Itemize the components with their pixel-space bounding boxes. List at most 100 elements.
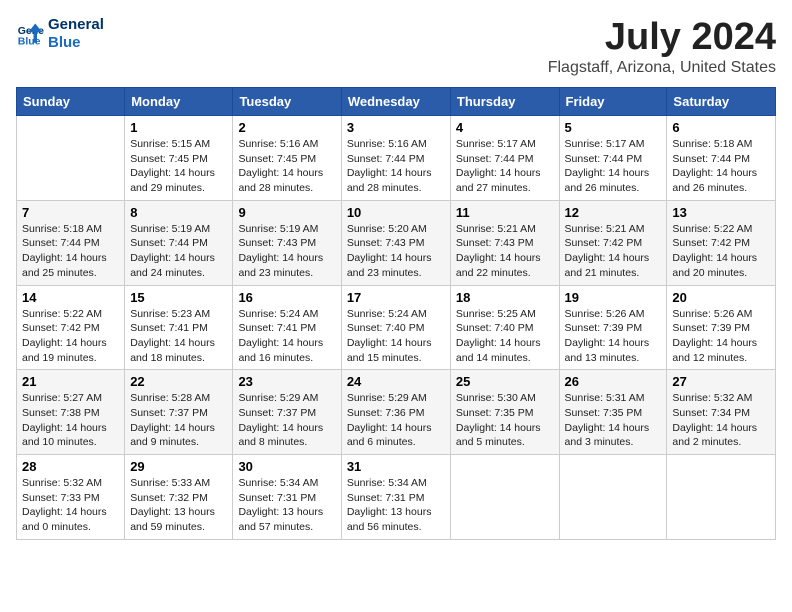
day-number: 22: [130, 374, 227, 389]
day-number: 27: [672, 374, 770, 389]
calendar-cell: 31 Sunrise: 5:34 AM Sunset: 7:31 PM Dayli…: [341, 455, 450, 540]
day-number: 20: [672, 290, 770, 305]
day-info: Sunrise: 5:23 AM Sunset: 7:41 PM Dayligh…: [130, 307, 227, 366]
day-number: 16: [238, 290, 335, 305]
day-info: Sunrise: 5:19 AM Sunset: 7:43 PM Dayligh…: [238, 222, 335, 281]
calendar-week-3: 14 Sunrise: 5:22 AM Sunset: 7:42 PM Dayli…: [17, 285, 776, 370]
day-number: 2: [238, 120, 335, 135]
calendar-cell: [450, 455, 559, 540]
day-info: Sunrise: 5:18 AM Sunset: 7:44 PM Dayligh…: [22, 222, 119, 281]
calendar-cell: 29 Sunrise: 5:33 AM Sunset: 7:32 PM Dayli…: [125, 455, 233, 540]
day-number: 9: [238, 205, 335, 220]
day-info: Sunrise: 5:27 AM Sunset: 7:38 PM Dayligh…: [22, 391, 119, 450]
day-number: 21: [22, 374, 119, 389]
calendar-cell: 28Sunrise: 5:32 AM Sunset: 7:33 PM Dayli…: [17, 455, 125, 540]
day-number: 23: [238, 374, 335, 389]
day-info: Sunrise: 5:26 AM Sunset: 7:39 PM Dayligh…: [565, 307, 662, 366]
day-number: 25: [456, 374, 554, 389]
calendar-cell: 23 Sunrise: 5:29 AM Sunset: 7:37 PM Dayli…: [233, 370, 341, 455]
calendar-cell: 2 Sunrise: 5:16 AM Sunset: 7:45 PM Daylig…: [233, 116, 341, 201]
calendar-cell: 25Sunrise: 5:30 AM Sunset: 7:35 PM Dayli…: [450, 370, 559, 455]
day-number: 31: [347, 459, 445, 474]
calendar-cell: 11 Sunrise: 5:21 AM Sunset: 7:43 PM Dayli…: [450, 200, 559, 285]
calendar-cell: 5Sunrise: 5:17 AM Sunset: 7:44 PM Daylig…: [559, 116, 667, 201]
svg-text:Blue: Blue: [18, 36, 41, 48]
calendar-cell: 1Sunrise: 5:15 AM Sunset: 7:45 PM Daylig…: [125, 116, 233, 201]
calendar-cell: 15 Sunrise: 5:23 AM Sunset: 7:41 PM Dayli…: [125, 285, 233, 370]
calendar-table: SundayMondayTuesdayWednesdayThursdayFrid…: [16, 87, 776, 540]
day-info: Sunrise: 5:22 AM Sunset: 7:42 PM Dayligh…: [22, 307, 119, 366]
day-info: Sunrise: 5:33 AM Sunset: 7:32 PM Dayligh…: [130, 476, 227, 535]
day-number: 15: [130, 290, 227, 305]
day-number: 4: [456, 120, 554, 135]
calendar-cell: 16 Sunrise: 5:24 AM Sunset: 7:41 PM Dayli…: [233, 285, 341, 370]
col-header-monday: Monday: [125, 88, 233, 116]
day-number: 8: [130, 205, 227, 220]
day-info: Sunrise: 5:34 AM Sunset: 7:31 PM Dayligh…: [238, 476, 335, 535]
title-area: July 2024 Flagstaff, Arizona, United Sta…: [548, 16, 776, 77]
day-info: Sunrise: 5:17 AM Sunset: 7:44 PM Dayligh…: [565, 137, 662, 196]
day-number: 11: [456, 205, 554, 220]
calendar-cell: 12Sunrise: 5:21 AM Sunset: 7:42 PM Dayli…: [559, 200, 667, 285]
logo-text: General Blue: [48, 16, 104, 52]
day-info: Sunrise: 5:22 AM Sunset: 7:42 PM Dayligh…: [672, 222, 770, 281]
calendar-cell: 13Sunrise: 5:22 AM Sunset: 7:42 PM Dayli…: [667, 200, 776, 285]
calendar-cell: 22 Sunrise: 5:28 AM Sunset: 7:37 PM Dayli…: [125, 370, 233, 455]
calendar-cell: [667, 455, 776, 540]
day-number: 29: [130, 459, 227, 474]
day-number: 14: [22, 290, 119, 305]
day-number: 26: [565, 374, 662, 389]
day-info: Sunrise: 5:24 AM Sunset: 7:40 PM Dayligh…: [347, 307, 445, 366]
calendar-cell: 18Sunrise: 5:25 AM Sunset: 7:40 PM Dayli…: [450, 285, 559, 370]
col-header-saturday: Saturday: [667, 88, 776, 116]
day-number: 24: [347, 374, 445, 389]
day-info: Sunrise: 5:31 AM Sunset: 7:35 PM Dayligh…: [565, 391, 662, 450]
calendar-cell: 17Sunrise: 5:24 AM Sunset: 7:40 PM Dayli…: [341, 285, 450, 370]
calendar-cell: 26 Sunrise: 5:31 AM Sunset: 7:35 PM Dayli…: [559, 370, 667, 455]
day-info: Sunrise: 5:18 AM Sunset: 7:44 PM Dayligh…: [672, 137, 770, 196]
calendar-cell: 7 Sunrise: 5:18 AM Sunset: 7:44 PM Daylig…: [17, 200, 125, 285]
calendar-cell: 9 Sunrise: 5:19 AM Sunset: 7:43 PM Daylig…: [233, 200, 341, 285]
header: General Blue General Blue July 2024 Flag…: [16, 16, 776, 77]
day-info: Sunrise: 5:16 AM Sunset: 7:45 PM Dayligh…: [238, 137, 335, 196]
day-number: 7: [22, 205, 119, 220]
day-info: Sunrise: 5:32 AM Sunset: 7:33 PM Dayligh…: [22, 476, 119, 535]
calendar-cell: 10Sunrise: 5:20 AM Sunset: 7:43 PM Dayli…: [341, 200, 450, 285]
calendar-cell: 21 Sunrise: 5:27 AM Sunset: 7:38 PM Dayli…: [17, 370, 125, 455]
calendar-week-5: 28Sunrise: 5:32 AM Sunset: 7:33 PM Dayli…: [17, 455, 776, 540]
day-number: 1: [130, 120, 227, 135]
calendar-cell: 8Sunrise: 5:19 AM Sunset: 7:44 PM Daylig…: [125, 200, 233, 285]
calendar-cell: [17, 116, 125, 201]
calendar-cell: 24 Sunrise: 5:29 AM Sunset: 7:36 PM Dayli…: [341, 370, 450, 455]
col-header-sunday: Sunday: [17, 88, 125, 116]
calendar-cell: [559, 455, 667, 540]
calendar-cell: 20 Sunrise: 5:26 AM Sunset: 7:39 PM Dayli…: [667, 285, 776, 370]
day-info: Sunrise: 5:32 AM Sunset: 7:34 PM Dayligh…: [672, 391, 770, 450]
day-number: 3: [347, 120, 445, 135]
calendar-header: SundayMondayTuesdayWednesdayThursdayFrid…: [17, 88, 776, 116]
calendar-cell: 30Sunrise: 5:34 AM Sunset: 7:31 PM Dayli…: [233, 455, 341, 540]
day-number: 6: [672, 120, 770, 135]
calendar-week-4: 21 Sunrise: 5:27 AM Sunset: 7:38 PM Dayli…: [17, 370, 776, 455]
calendar-cell: 3 Sunrise: 5:16 AM Sunset: 7:44 PM Daylig…: [341, 116, 450, 201]
calendar-cell: 14 Sunrise: 5:22 AM Sunset: 7:42 PM Dayli…: [17, 285, 125, 370]
day-info: Sunrise: 5:16 AM Sunset: 7:44 PM Dayligh…: [347, 137, 445, 196]
logo-icon: General Blue: [16, 20, 44, 48]
calendar-cell: 19Sunrise: 5:26 AM Sunset: 7:39 PM Dayli…: [559, 285, 667, 370]
day-info: Sunrise: 5:34 AM Sunset: 7:31 PM Dayligh…: [347, 476, 445, 535]
logo: General Blue General Blue: [16, 16, 104, 52]
day-info: Sunrise: 5:29 AM Sunset: 7:37 PM Dayligh…: [238, 391, 335, 450]
day-info: Sunrise: 5:17 AM Sunset: 7:44 PM Dayligh…: [456, 137, 554, 196]
day-number: 12: [565, 205, 662, 220]
calendar-cell: 27 Sunrise: 5:32 AM Sunset: 7:34 PM Dayli…: [667, 370, 776, 455]
col-header-tuesday: Tuesday: [233, 88, 341, 116]
day-number: 18: [456, 290, 554, 305]
day-info: Sunrise: 5:29 AM Sunset: 7:36 PM Dayligh…: [347, 391, 445, 450]
col-header-friday: Friday: [559, 88, 667, 116]
page-title: July 2024: [548, 16, 776, 59]
day-info: Sunrise: 5:26 AM Sunset: 7:39 PM Dayligh…: [672, 307, 770, 366]
day-info: Sunrise: 5:21 AM Sunset: 7:43 PM Dayligh…: [456, 222, 554, 281]
day-info: Sunrise: 5:24 AM Sunset: 7:41 PM Dayligh…: [238, 307, 335, 366]
col-header-wednesday: Wednesday: [341, 88, 450, 116]
day-info: Sunrise: 5:28 AM Sunset: 7:37 PM Dayligh…: [130, 391, 227, 450]
